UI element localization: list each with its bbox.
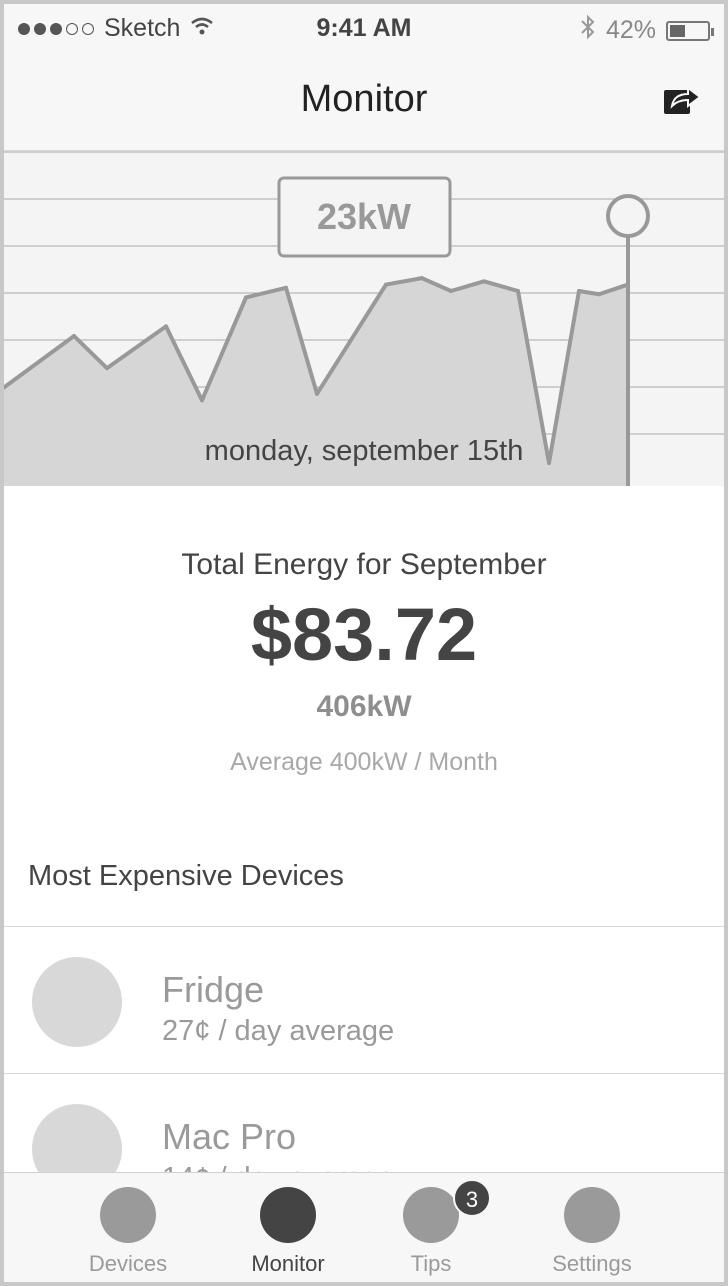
chart-point bbox=[164, 324, 168, 329]
device-cost: 27¢ / day average bbox=[162, 1015, 395, 1047]
chart-point bbox=[420, 276, 424, 281]
chart-point bbox=[547, 461, 551, 465]
battery-icon bbox=[666, 20, 714, 41]
chart-point bbox=[72, 334, 76, 338]
battery-percent: 42% bbox=[605, 16, 656, 44]
battery-tip bbox=[711, 27, 714, 36]
chart-point bbox=[577, 289, 581, 293]
energy-summary: Total Energy for September $83.72 406kW … bbox=[4, 486, 724, 816]
chart-point bbox=[105, 366, 109, 371]
chart-point bbox=[284, 285, 288, 290]
chart-point bbox=[482, 279, 486, 284]
section-title: Most Expensive Devices bbox=[28, 860, 344, 892]
tab-label: Monitor bbox=[251, 1251, 325, 1276]
energy-chart[interactable]: 23kW monday, september 15th bbox=[4, 151, 724, 486]
page-title: Monitor bbox=[300, 78, 428, 120]
device-avatar bbox=[32, 957, 122, 1047]
tab-monitor[interactable]: Monitor bbox=[218, 1173, 358, 1282]
chart-point bbox=[516, 289, 520, 293]
summary-cost: $83.72 bbox=[250, 593, 478, 676]
list-item[interactable]: Fridge 27¢ / day average bbox=[4, 926, 724, 1073]
chart-marker-handle[interactable] bbox=[606, 194, 650, 238]
battery-fill bbox=[670, 24, 685, 37]
chart-point bbox=[597, 292, 601, 297]
status-right: 42% bbox=[580, 14, 714, 47]
chart-point bbox=[315, 391, 319, 396]
devices-icon bbox=[100, 1187, 156, 1243]
share-icon[interactable] bbox=[662, 82, 702, 118]
chart-svg: 23kW monday, september 15th bbox=[4, 151, 724, 486]
chart-point bbox=[384, 282, 388, 287]
tips-badge: 3 bbox=[453, 1179, 491, 1217]
nav-bar: Monitor bbox=[4, 54, 724, 151]
settings-icon bbox=[564, 1187, 620, 1243]
tab-tips[interactable]: 3 Tips bbox=[361, 1173, 501, 1282]
tab-devices[interactable]: Devices bbox=[58, 1173, 198, 1282]
tab-settings[interactable]: Settings bbox=[522, 1173, 662, 1282]
summary-title: Total Energy for September bbox=[181, 548, 547, 581]
chart-date-label: monday, september 15th bbox=[205, 435, 524, 467]
bluetooth-icon bbox=[580, 14, 596, 47]
screen: Sketch 9:41 AM 42% Monitor 23kW monday, … bbox=[0, 0, 728, 1286]
device-name: Mac Pro bbox=[162, 1116, 297, 1157]
tips-icon bbox=[403, 1187, 459, 1243]
tab-bar: Devices Monitor 3 Tips Settings bbox=[4, 1172, 724, 1282]
chart-point bbox=[244, 295, 248, 300]
tab-label: Settings bbox=[552, 1251, 632, 1276]
summary-energy: 406kW bbox=[316, 690, 412, 723]
tab-label: Tips bbox=[410, 1251, 452, 1276]
device-name: Fridge bbox=[162, 969, 265, 1010]
status-bar: Sketch 9:41 AM 42% bbox=[4, 4, 724, 54]
tab-label: Devices bbox=[88, 1251, 168, 1276]
chart-point bbox=[449, 289, 453, 293]
summary-average: Average 400kW / Month bbox=[230, 748, 498, 776]
chart-point bbox=[200, 398, 204, 403]
monitor-icon bbox=[260, 1187, 316, 1243]
chart-tooltip-value: 23kW bbox=[317, 196, 411, 237]
